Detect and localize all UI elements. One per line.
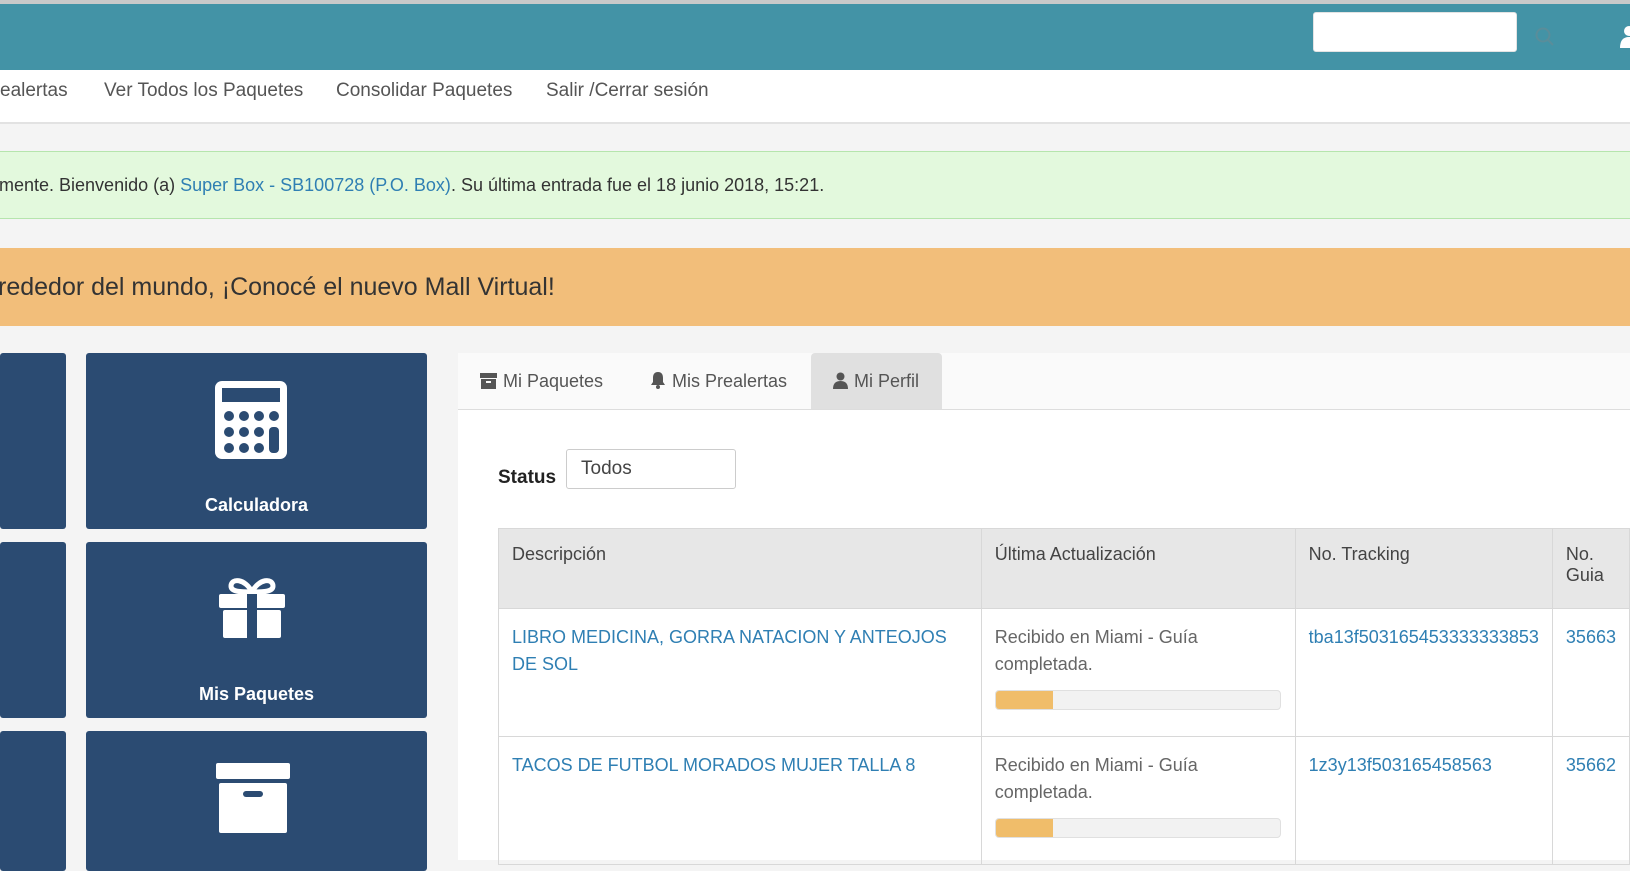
status-progress-bar bbox=[994, 818, 1281, 838]
description-cell: LIBRO MEDICINA, GORRA NATACION Y ANTEOJO… bbox=[498, 608, 982, 737]
tab-mis-prealertas[interactable]: Mis Prealertas bbox=[648, 353, 789, 409]
account-link[interactable]: Super Box - SB100728 (P.O. Box) bbox=[180, 175, 451, 195]
status-cell: Recibido en Miami - Guía completada. bbox=[980, 608, 1296, 737]
archive-box-icon bbox=[216, 763, 290, 833]
status-text: Recibido en Miami - Guía completada. bbox=[994, 627, 1198, 674]
tab-mi-paquetes-label: Mi Paquetes bbox=[503, 371, 604, 391]
column-header-no-guia[interactable]: No. Guia bbox=[1551, 528, 1630, 609]
promo-text: rededor del mundo, ¡Conocé el nuevo Mall… bbox=[0, 273, 555, 301]
panel-tabs: Mi Paquetes Mis Prealertas Mi Perfil bbox=[458, 353, 1630, 410]
description-cell: TACOS DE FUTBOL MORADOS MUJER TALLA 8 bbox=[498, 736, 982, 865]
archive-tile[interactable] bbox=[86, 731, 427, 871]
welcome-message: mente. Bienvenido (a) Super Box - SB1007… bbox=[0, 152, 824, 218]
bell-icon bbox=[651, 372, 665, 389]
welcome-alert: mente. Bienvenido (a) Super Box - SB1007… bbox=[0, 151, 1630, 219]
tab-mi-perfil[interactable]: Mi Perfil bbox=[811, 353, 942, 409]
tracking-link[interactable]: 1z3y13f503165458563 bbox=[1309, 755, 1492, 775]
guia-cell: 35662 bbox=[1551, 736, 1630, 865]
last-login-text: . Su última entrada fue el 18 junio 2018… bbox=[450, 175, 825, 195]
package-description-link[interactable]: LIBRO MEDICINA, GORRA NATACION Y ANTEOJO… bbox=[512, 627, 947, 674]
user-icon bbox=[833, 372, 848, 389]
tracking-cell: tba13f503165453333333853 bbox=[1294, 608, 1553, 737]
main-nav: ealertas Ver Todos los Paquetes Consolid… bbox=[0, 70, 1630, 124]
search-input[interactable] bbox=[1313, 12, 1517, 52]
column-header-no-tracking[interactable]: No. Tracking bbox=[1294, 528, 1553, 609]
status-filter-select[interactable]: Todos bbox=[566, 449, 736, 489]
table-row: TACOS DE FUTBOL MORADOS MUJER TALLA 8 Re… bbox=[498, 736, 1630, 865]
guia-link[interactable]: 35662 bbox=[1566, 755, 1616, 775]
user-icon[interactable] bbox=[1618, 24, 1630, 48]
table-row: LIBRO MEDICINA, GORRA NATACION Y ANTEOJO… bbox=[498, 608, 1630, 737]
tab-mis-prealertas-label: Mis Prealertas bbox=[672, 371, 788, 391]
status-text: Recibido en Miami - Guía completada. bbox=[994, 755, 1198, 802]
nav-item-logout[interactable]: Salir /Cerrar sesión bbox=[546, 80, 709, 102]
status-filter-label: Status bbox=[498, 467, 557, 488]
tracking-cell: 1z3y13f503165458563 bbox=[1294, 736, 1553, 865]
welcome-prefix: mente. Bienvenido (a) bbox=[0, 175, 181, 195]
column-header-ultima-actualizacion[interactable]: Última Actualización bbox=[980, 528, 1296, 609]
dashboard-tile-partial-2[interactable] bbox=[0, 542, 66, 718]
promo-banner[interactable]: rededor del mundo, ¡Conocé el nuevo Mall… bbox=[0, 248, 1630, 326]
status-progress-bar bbox=[994, 690, 1281, 710]
mis-paquetes-tile[interactable]: Mis Paquetes bbox=[86, 542, 427, 718]
tracking-link[interactable]: tba13f503165453333333853 bbox=[1309, 627, 1539, 647]
dashboard-tile-partial-1[interactable] bbox=[0, 353, 66, 529]
top-header bbox=[0, 0, 1630, 70]
calculator-tile-label: Calculadora bbox=[204, 495, 309, 515]
nav-item-ver-todos-paquetes[interactable]: Ver Todos los Paquetes bbox=[104, 80, 303, 102]
status-cell: Recibido en Miami - Guía completada. bbox=[980, 736, 1296, 865]
tab-mi-perfil-label: Mi Perfil bbox=[854, 371, 920, 391]
guia-link[interactable]: 35663 bbox=[1566, 627, 1616, 647]
calculator-icon bbox=[215, 381, 287, 459]
gift-icon bbox=[219, 578, 285, 638]
progress-fill bbox=[995, 691, 1053, 709]
packages-table: Descripción Última Actualización No. Tra… bbox=[498, 528, 1630, 865]
content-panel: Mi Paquetes Mis Prealertas Mi Perfil Sta… bbox=[458, 353, 1630, 865]
nav-item-prealertas[interactable]: ealertas bbox=[0, 80, 68, 102]
archive-icon bbox=[480, 373, 497, 389]
progress-fill bbox=[995, 819, 1053, 837]
search-icon[interactable] bbox=[1534, 26, 1556, 48]
nav-item-consolidar-paquetes[interactable]: Consolidar Paquetes bbox=[336, 80, 512, 102]
tab-mi-paquetes[interactable]: Mi Paquetes bbox=[478, 353, 605, 409]
column-header-descripcion[interactable]: Descripción bbox=[498, 528, 982, 609]
package-description-link[interactable]: TACOS DE FUTBOL MORADOS MUJER TALLA 8 bbox=[512, 755, 915, 775]
dashboard-tile-partial-3[interactable] bbox=[0, 731, 66, 871]
table-header-row: Descripción Última Actualización No. Tra… bbox=[498, 528, 1630, 609]
guia-cell: 35663 bbox=[1551, 608, 1630, 737]
mis-paquetes-tile-label: Mis Paquetes bbox=[198, 684, 315, 704]
calculator-tile[interactable]: Calculadora bbox=[86, 353, 427, 529]
